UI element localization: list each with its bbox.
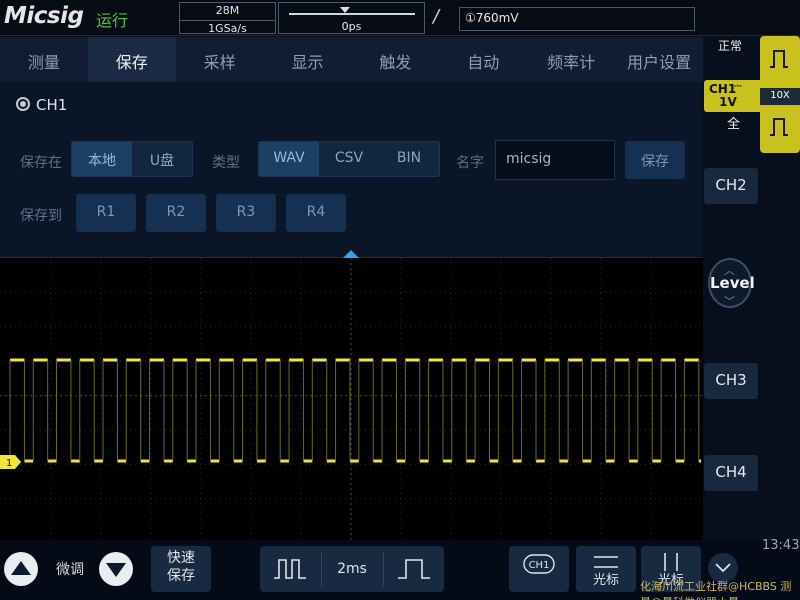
main-menu-tabs: 测量 保存 采样 显示 触发 自动 频率计 用户设置 <box>0 37 703 82</box>
collapse-panel-marker-icon[interactable] <box>343 250 359 258</box>
fine-up-button[interactable] <box>4 552 38 586</box>
ch1-marker-text: 1 <box>6 458 12 469</box>
acquisition-info-box[interactable]: 28M 1GSa/s <box>179 2 276 35</box>
type-bin-option[interactable]: BIN <box>379 142 439 176</box>
file-type-label: 类型 <box>212 155 240 171</box>
timebase-decrease-icon[interactable] <box>272 556 308 582</box>
ch1-source-radio[interactable] <box>16 97 30 111</box>
ch1-bandwidth: 全 <box>727 117 741 132</box>
trigger-position-value: 0ps <box>341 20 362 33</box>
top-status-bar: Micsig 运行 28M 1GSa/s 0ps / ①760mV <box>0 0 800 36</box>
trigger-position-box[interactable]: 0ps <box>278 2 425 34</box>
fine-down-button[interactable] <box>99 552 133 586</box>
ch1-settings-panel[interactable]: 10X <box>760 36 800 153</box>
file-name-label: 名字 <box>456 155 484 171</box>
save-settings-panel: CH1 保存在 本地 U盘 类型 WAV CSV BIN 名字 micsig 保… <box>0 82 703 258</box>
divider <box>383 552 384 586</box>
chevron-down-icon: ﹀ <box>724 295 735 308</box>
file-name-input[interactable]: micsig <box>495 140 615 180</box>
save-location-selector: 本地 U盘 <box>71 141 193 177</box>
trigger-position-marker-icon <box>340 7 350 13</box>
tab-user-settings[interactable]: 用户设置 <box>615 37 703 82</box>
watermark-text: 化海川流工业社群@HCBBS 测量@曼科做仪器小曼 <box>640 580 792 600</box>
ch4-button[interactable]: CH4 <box>704 455 758 491</box>
ch2-button[interactable]: CH2 <box>704 168 758 204</box>
timebase-value[interactable]: 2ms <box>322 561 382 577</box>
pulse-positive-icon[interactable] <box>768 48 790 70</box>
tab-frequency-counter[interactable]: 频率计 <box>527 37 615 82</box>
ch1-source-label[interactable]: CH1 <box>36 96 67 114</box>
save-button[interactable]: 保存 <box>625 141 685 179</box>
ref-r2-button[interactable]: R2 <box>146 194 206 232</box>
sample-rate: 1GSa/s <box>180 20 275 35</box>
quick-save-line2: 保存 <box>167 568 195 584</box>
save-to-label: 保存到 <box>20 208 62 224</box>
quick-save-button[interactable]: 快速 保存 <box>151 546 211 592</box>
ref-r4-button[interactable]: R4 <box>286 194 346 232</box>
location-local-option[interactable]: 本地 <box>72 142 132 176</box>
arrow-down-icon <box>106 563 126 577</box>
trigger-level-readout[interactable]: ①760mV <box>459 7 695 31</box>
tab-measure[interactable]: 测量 <box>0 37 88 82</box>
ref-r3-button[interactable]: R3 <box>216 194 276 232</box>
level-knob-button[interactable]: ︿ Level ﹀ <box>708 258 755 308</box>
fine-adjust-label: 微调 <box>56 562 84 578</box>
memory-depth: 28M <box>215 4 240 17</box>
dc-coupling-icon: ⎓ <box>734 81 742 92</box>
run-state-indicator[interactable]: 运行 <box>96 7 128 31</box>
trigger-status: 正常 <box>718 39 743 53</box>
save-location-label: 保存在 <box>20 155 62 171</box>
ref-r1-button[interactable]: R1 <box>76 194 136 232</box>
tab-trigger[interactable]: 触发 <box>352 37 440 82</box>
probe-ratio[interactable]: 10X <box>760 88 800 105</box>
memory-bar <box>289 13 415 15</box>
ch1-button[interactable]: CH1 ⎓ 1V <box>704 80 760 112</box>
ch1-name: CH1 <box>709 82 737 96</box>
ch1-chip-text: CH1 <box>529 560 550 571</box>
ch1-scale: 1V <box>719 95 737 109</box>
tab-display[interactable]: 显示 <box>264 37 352 82</box>
waveform-canvas <box>0 258 703 540</box>
location-usb-option[interactable]: U盘 <box>132 142 192 176</box>
tab-acquire[interactable]: 采样 <box>176 37 264 82</box>
horizontal-cursor-button[interactable]: 光标 <box>576 546 636 592</box>
cursor-label: 光标 <box>592 573 619 588</box>
ch3-button[interactable]: CH3 <box>704 363 758 399</box>
rising-edge-icon[interactable]: / <box>433 6 439 27</box>
quick-save-line1: 快速 <box>167 550 195 566</box>
clock: 13:43 <box>762 538 800 553</box>
brand-logo: Micsig <box>4 3 84 29</box>
ch1-ground-marker[interactable]: 1 <box>0 455 22 469</box>
pulse-negative-icon[interactable] <box>768 116 790 138</box>
file-type-selector: WAV CSV BIN <box>258 141 440 177</box>
ch1-chip-icon: CH1 <box>523 554 555 574</box>
timebase-increase-icon[interactable] <box>396 556 432 582</box>
type-csv-option[interactable]: CSV <box>319 142 379 176</box>
tab-save[interactable]: 保存 <box>87 37 176 82</box>
type-wav-option[interactable]: WAV <box>259 142 319 176</box>
channel-select-button[interactable]: CH1 <box>509 546 569 592</box>
level-label: Level <box>710 274 755 292</box>
waveform-display[interactable] <box>0 258 703 540</box>
arrow-up-icon <box>11 561 31 575</box>
tab-auto[interactable]: 自动 <box>439 37 527 82</box>
timebase-control: 2ms <box>260 546 444 592</box>
